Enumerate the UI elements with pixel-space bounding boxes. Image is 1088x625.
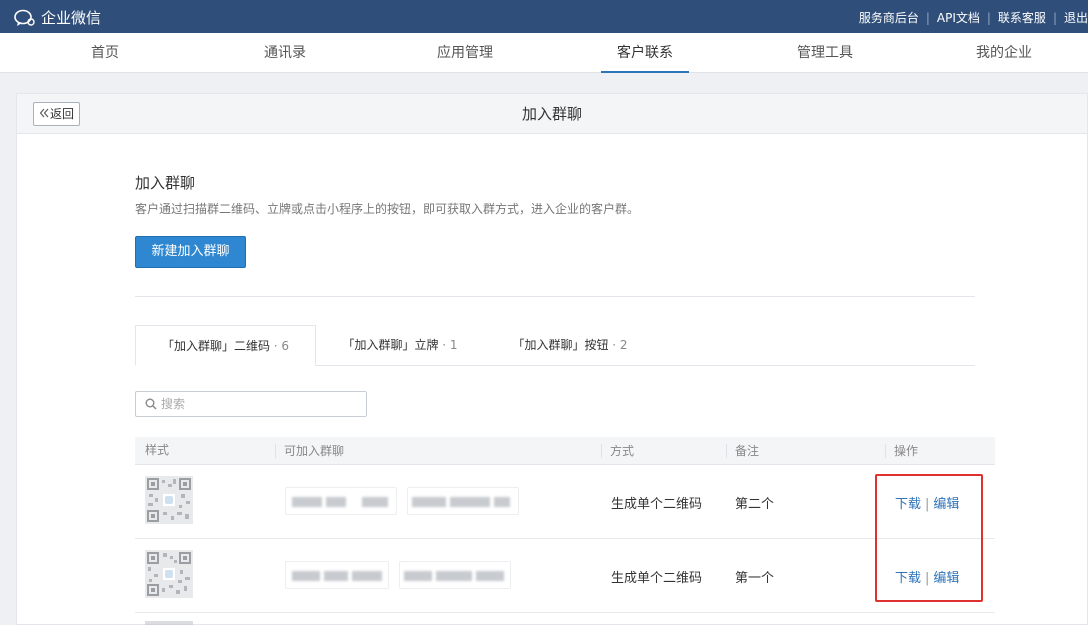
table-row: 生成单个二维码 第二个 下载 | 编辑 [135, 465, 995, 539]
tab-standee[interactable]: 「加入群聊」立牌 · 1 [325, 325, 475, 366]
group-chip [285, 561, 389, 589]
provider-admin-link[interactable]: 服务商后台 [859, 9, 919, 26]
separator: | [925, 571, 930, 586]
next-row-thumbnail-peek [145, 621, 193, 625]
main-nav: 首页 通讯录 应用管理 客户联系 管理工具 我的企业 [0, 33, 1088, 73]
method-cell: 生成单个二维码 [611, 497, 703, 512]
edit-link[interactable]: 编辑 [933, 497, 959, 512]
download-link[interactable]: 下载 [895, 571, 921, 586]
api-docs-link[interactable]: API文档 [937, 9, 980, 26]
tab-standee-count: · 1 [442, 338, 458, 352]
separator: | [1052, 10, 1057, 25]
join-group-table: 样式 可加入群聊 方式 备注 操作 生成单个二维码 第二个 下载 | 编辑 生成… [135, 437, 995, 613]
col-note: 备注 [726, 444, 759, 458]
divider [135, 296, 975, 297]
tab-standee-label: 「加入群聊」立牌 [342, 338, 439, 352]
separator: | [986, 10, 991, 25]
page-title: 加入群聊 [521, 105, 582, 123]
search-box[interactable] [135, 391, 367, 417]
top-bar: 企业微信 服务商后台 | API文档 | 联系客服 | 退出 [0, 0, 1088, 33]
nav-tab-app-management[interactable]: 应用管理 [425, 33, 505, 73]
group-chip [407, 487, 519, 515]
nav-tab-home[interactable]: 首页 [75, 33, 135, 73]
tab-button-count: · 2 [612, 338, 628, 352]
nav-tab-my-enterprise[interactable]: 我的企业 [964, 33, 1044, 73]
actions-cell: 下载 | 编辑 [895, 567, 959, 586]
separator: | [925, 497, 930, 512]
brand-name: 企业微信 [41, 9, 102, 27]
content-panel: 返回 加入群聊 加入群聊 客户通过扫描群二维码、立牌或点击小程序上的按钮，即可获… [16, 93, 1088, 625]
table-header: 样式 可加入群聊 方式 备注 操作 [135, 437, 995, 465]
qrcode-thumbnail[interactable] [145, 550, 193, 598]
tab-qrcode-label: 「加入群聊」二维码 [161, 339, 270, 353]
tab-button[interactable]: 「加入群聊」按钮 · 2 [495, 325, 645, 366]
tab-qrcode-count: · 6 [273, 339, 290, 353]
edit-link[interactable]: 编辑 [933, 571, 959, 586]
note-cell: 第二个 [735, 497, 775, 512]
wecom-logo-icon [14, 9, 36, 27]
section-description: 客户通过扫描群二维码、立牌或点击小程序上的按钮，即可获取入群方式，进入企业的客户… [135, 202, 640, 216]
group-chip [285, 487, 397, 515]
col-method: 方式 [601, 444, 634, 458]
download-link[interactable]: 下载 [895, 497, 921, 512]
brand-logo[interactable]: 企业微信 [14, 7, 101, 28]
col-actions: 操作 [885, 444, 918, 458]
panel-header: 返回 加入群聊 [17, 94, 1087, 134]
tab-qrcode[interactable]: 「加入群聊」二维码 · 6 [135, 325, 316, 366]
qrcode-thumbnail[interactable] [145, 476, 193, 524]
table-row: 生成单个二维码 第一个 下载 | 编辑 [135, 539, 995, 613]
col-style: 样式 [145, 443, 170, 457]
section-title: 加入群聊 [135, 174, 196, 192]
nav-tab-management-tools[interactable]: 管理工具 [785, 33, 865, 73]
actions-cell: 下载 | 编辑 [895, 493, 959, 512]
group-chip [399, 561, 511, 589]
method-cell: 生成单个二维码 [611, 571, 703, 586]
nav-tab-contacts[interactable]: 通讯录 [250, 33, 320, 73]
logout-link[interactable]: 退出 [1064, 9, 1088, 26]
separator: | [925, 10, 930, 25]
type-tabs: 「加入群聊」二维码 · 6 「加入群聊」立牌 · 1 「加入群聊」按钮 · 2 [135, 325, 975, 366]
tab-button-label: 「加入群聊」按钮 [512, 338, 609, 352]
col-groups: 可加入群聊 [275, 444, 344, 458]
nav-tab-customer-contact[interactable]: 客户联系 [601, 33, 689, 73]
new-join-group-button[interactable]: 新建加入群聊 [135, 236, 246, 268]
top-links: 服务商后台 | API文档 | 联系客服 | 退出 [859, 9, 1088, 26]
note-cell: 第一个 [735, 571, 775, 586]
contact-support-link[interactable]: 联系客服 [998, 9, 1046, 26]
search-input[interactable] [161, 395, 361, 413]
